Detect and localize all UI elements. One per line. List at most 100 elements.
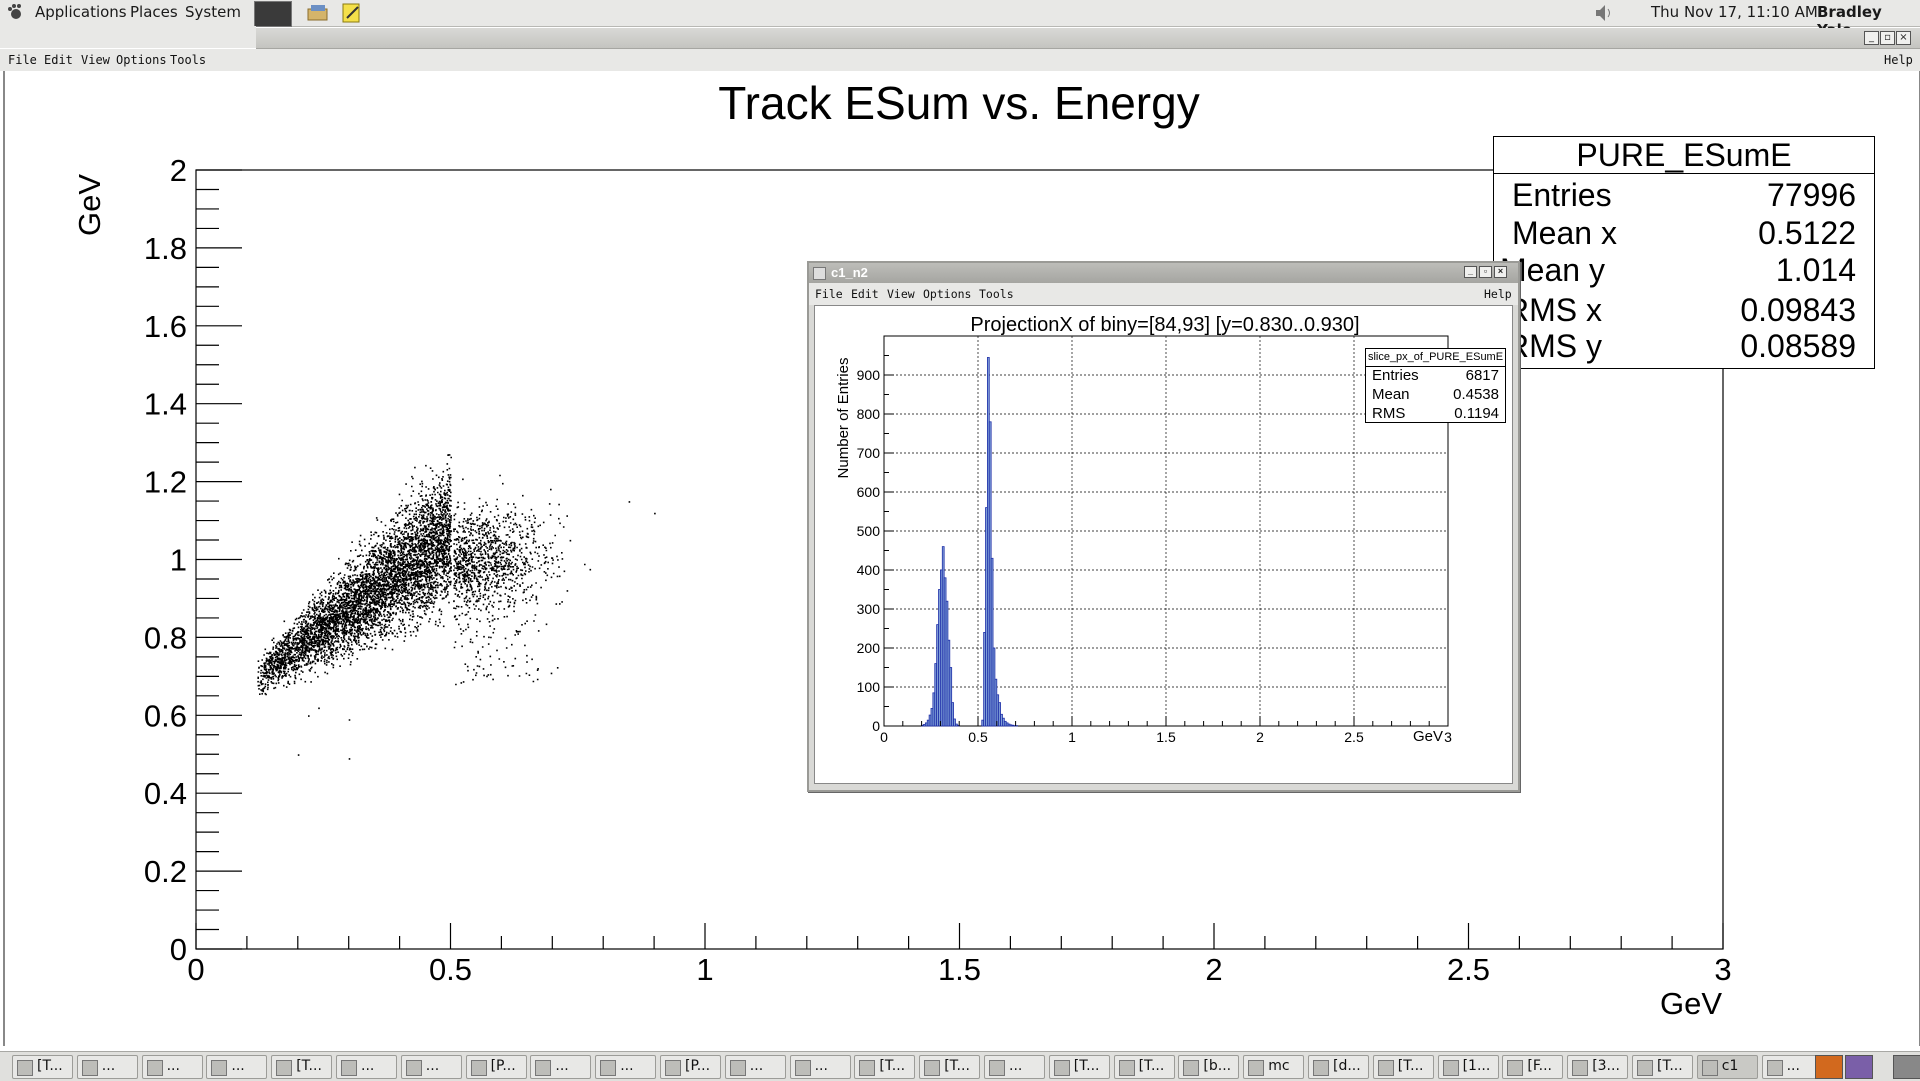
- taskbar-item-label: [b...: [1203, 1058, 1231, 1074]
- x-tick-label: 2.5: [1447, 952, 1490, 987]
- window-icon: [1183, 1060, 1199, 1076]
- x-tick-label: 1.5: [938, 952, 981, 987]
- sub-menu-help[interactable]: Help: [1484, 287, 1512, 301]
- stats-key: RMS x: [1506, 292, 1602, 329]
- window-icon: [17, 1060, 33, 1076]
- stats-value: 0.5122: [1758, 215, 1856, 252]
- taskbar-item[interactable]: mc: [1243, 1055, 1304, 1079]
- taskbar-item[interactable]: [T...: [271, 1055, 332, 1079]
- taskbar-item-label: [T...: [37, 1058, 63, 1074]
- taskbar-item[interactable]: ...: [336, 1055, 397, 1079]
- taskbar-item[interactable]: [F...: [1502, 1055, 1563, 1079]
- screen-tray-icon[interactable]: [1845, 1055, 1873, 1079]
- taskbar-item[interactable]: [T...: [12, 1055, 73, 1079]
- window-icon: [1767, 1060, 1783, 1076]
- projection-stats-box[interactable]: slice_px_of_PURE_ESumE Entries6817 Mean0…: [1365, 348, 1506, 423]
- x-tick-label: 1: [1068, 729, 1076, 745]
- taskbar-item[interactable]: ...: [530, 1055, 591, 1079]
- taskbar-item[interactable]: ...: [1762, 1055, 1823, 1079]
- stats-row-rms-x: RMS x 0.09843: [1494, 292, 1874, 330]
- taskbar-item[interactable]: ...: [206, 1055, 267, 1079]
- taskbar-item[interactable]: [d...: [1308, 1055, 1369, 1079]
- taskbar-item[interactable]: ...: [984, 1055, 1045, 1079]
- taskbar-item[interactable]: ...: [595, 1055, 656, 1079]
- taskbar-item[interactable]: [P...: [660, 1055, 721, 1079]
- taskbar-item[interactable]: ...: [401, 1055, 462, 1079]
- stats-row-entries: Entries77996: [1494, 177, 1874, 215]
- projection-canvas[interactable]: 00.511.522.53010020030040050060070080090…: [814, 305, 1513, 784]
- firefox-tray-icon[interactable]: [1815, 1055, 1843, 1079]
- taskbar-item[interactable]: ...: [77, 1055, 138, 1079]
- taskbar-item[interactable]: [3...: [1567, 1055, 1628, 1079]
- stats-value: 0.4538: [1453, 386, 1499, 403]
- stats-value: 0.1194: [1454, 405, 1499, 422]
- sub-menu-file[interactable]: File: [815, 287, 843, 301]
- window-icon: [471, 1060, 487, 1076]
- stats-key: RMS: [1372, 405, 1405, 422]
- x-tick-label: 1: [696, 952, 713, 987]
- window-icon: [1702, 1060, 1718, 1076]
- y-tick-label: 2: [170, 153, 187, 188]
- window-icon: [1637, 1060, 1653, 1076]
- window-icon: [82, 1060, 98, 1076]
- window-icon: [989, 1060, 1005, 1076]
- window-icon: [665, 1060, 681, 1076]
- projection-title: ProjectionX of biny=[84,93] [y=0.830..0.…: [970, 314, 1359, 336]
- x-tick-label: 3: [1444, 729, 1452, 745]
- main-x-axis-label: GeV: [1660, 986, 1722, 1021]
- projection-window-titlebar[interactable]: c1_n2 _ ▫ ×: [809, 263, 1518, 283]
- x-tick-label: 0: [187, 952, 204, 987]
- sub-close-button[interactable]: ×: [1494, 266, 1507, 278]
- window-icon: [600, 1060, 616, 1076]
- taskbar-item[interactable]: [1...: [1438, 1055, 1499, 1079]
- taskbar-item-label: ...: [361, 1058, 374, 1074]
- taskbar-item[interactable]: [b...: [1178, 1055, 1239, 1079]
- stats-row-rms-y: RMS y0.08589: [1494, 328, 1874, 366]
- taskbar-item[interactable]: ...: [790, 1055, 851, 1079]
- taskbar-item[interactable]: [P...: [466, 1055, 527, 1079]
- taskbar-item[interactable]: ...: [725, 1055, 786, 1079]
- stats-value: 0.09843: [1740, 292, 1856, 329]
- y-tick-label: 800: [857, 406, 881, 422]
- show-desktop-icon[interactable]: [1893, 1055, 1920, 1079]
- window-menu-icon[interactable]: [813, 267, 826, 280]
- taskbar-item-label: [T...: [1139, 1058, 1165, 1074]
- sub-menu-view[interactable]: View: [887, 287, 915, 301]
- taskbar-item[interactable]: [T...: [1632, 1055, 1693, 1079]
- stats-row-mean-y: Mean y1.014: [1494, 252, 1874, 290]
- taskbar-item-label: [3...: [1592, 1058, 1620, 1074]
- main-scatter-points: [257, 454, 655, 760]
- taskbar-item[interactable]: c1: [1697, 1055, 1758, 1079]
- window-icon: [859, 1060, 875, 1076]
- taskbar-item-label: [P...: [491, 1058, 516, 1074]
- taskbar-item[interactable]: [T...: [1373, 1055, 1434, 1079]
- stats-value: 77996: [1767, 177, 1856, 214]
- taskbar-item-label: [1...: [1463, 1058, 1491, 1074]
- sub-menu-options[interactable]: Options: [923, 287, 971, 301]
- taskbar-item-label: ...: [231, 1058, 244, 1074]
- projection-window[interactable]: c1_n2 _ ▫ × File Edit View Options Tools…: [807, 261, 1520, 792]
- taskbar-item[interactable]: [T...: [1049, 1055, 1110, 1079]
- taskbar-item[interactable]: [T...: [1114, 1055, 1175, 1079]
- window-icon: [730, 1060, 746, 1076]
- y-tick-label: 900: [857, 367, 881, 383]
- window-icon: [1248, 1060, 1264, 1076]
- sub-maximize-button[interactable]: ▫: [1479, 266, 1492, 278]
- sub-minimize-button[interactable]: _: [1464, 266, 1477, 278]
- window-icon: [276, 1060, 292, 1076]
- window-icon: [1378, 1060, 1394, 1076]
- main-stats-box[interactable]: PURE_ESumE Entries77996 Mean x0.5122 Mea…: [1493, 136, 1875, 369]
- taskbar-item[interactable]: [T...: [919, 1055, 980, 1079]
- taskbar-item[interactable]: [T...: [854, 1055, 915, 1079]
- sub-menu-tools[interactable]: Tools: [979, 287, 1014, 301]
- taskbar-item-label: ...: [815, 1058, 828, 1074]
- taskbar-item-label: ...: [1787, 1058, 1800, 1074]
- sub-menu-edit[interactable]: Edit: [851, 287, 879, 301]
- taskbar-item[interactable]: ...: [142, 1055, 203, 1079]
- projection-bars: [922, 357, 1018, 726]
- window-icon: [406, 1060, 422, 1076]
- y-tick-label: 0: [170, 932, 187, 967]
- window-icon: [1119, 1060, 1135, 1076]
- projection-y-label: Number of Entries: [835, 358, 852, 479]
- scatter-points: [257, 454, 655, 760]
